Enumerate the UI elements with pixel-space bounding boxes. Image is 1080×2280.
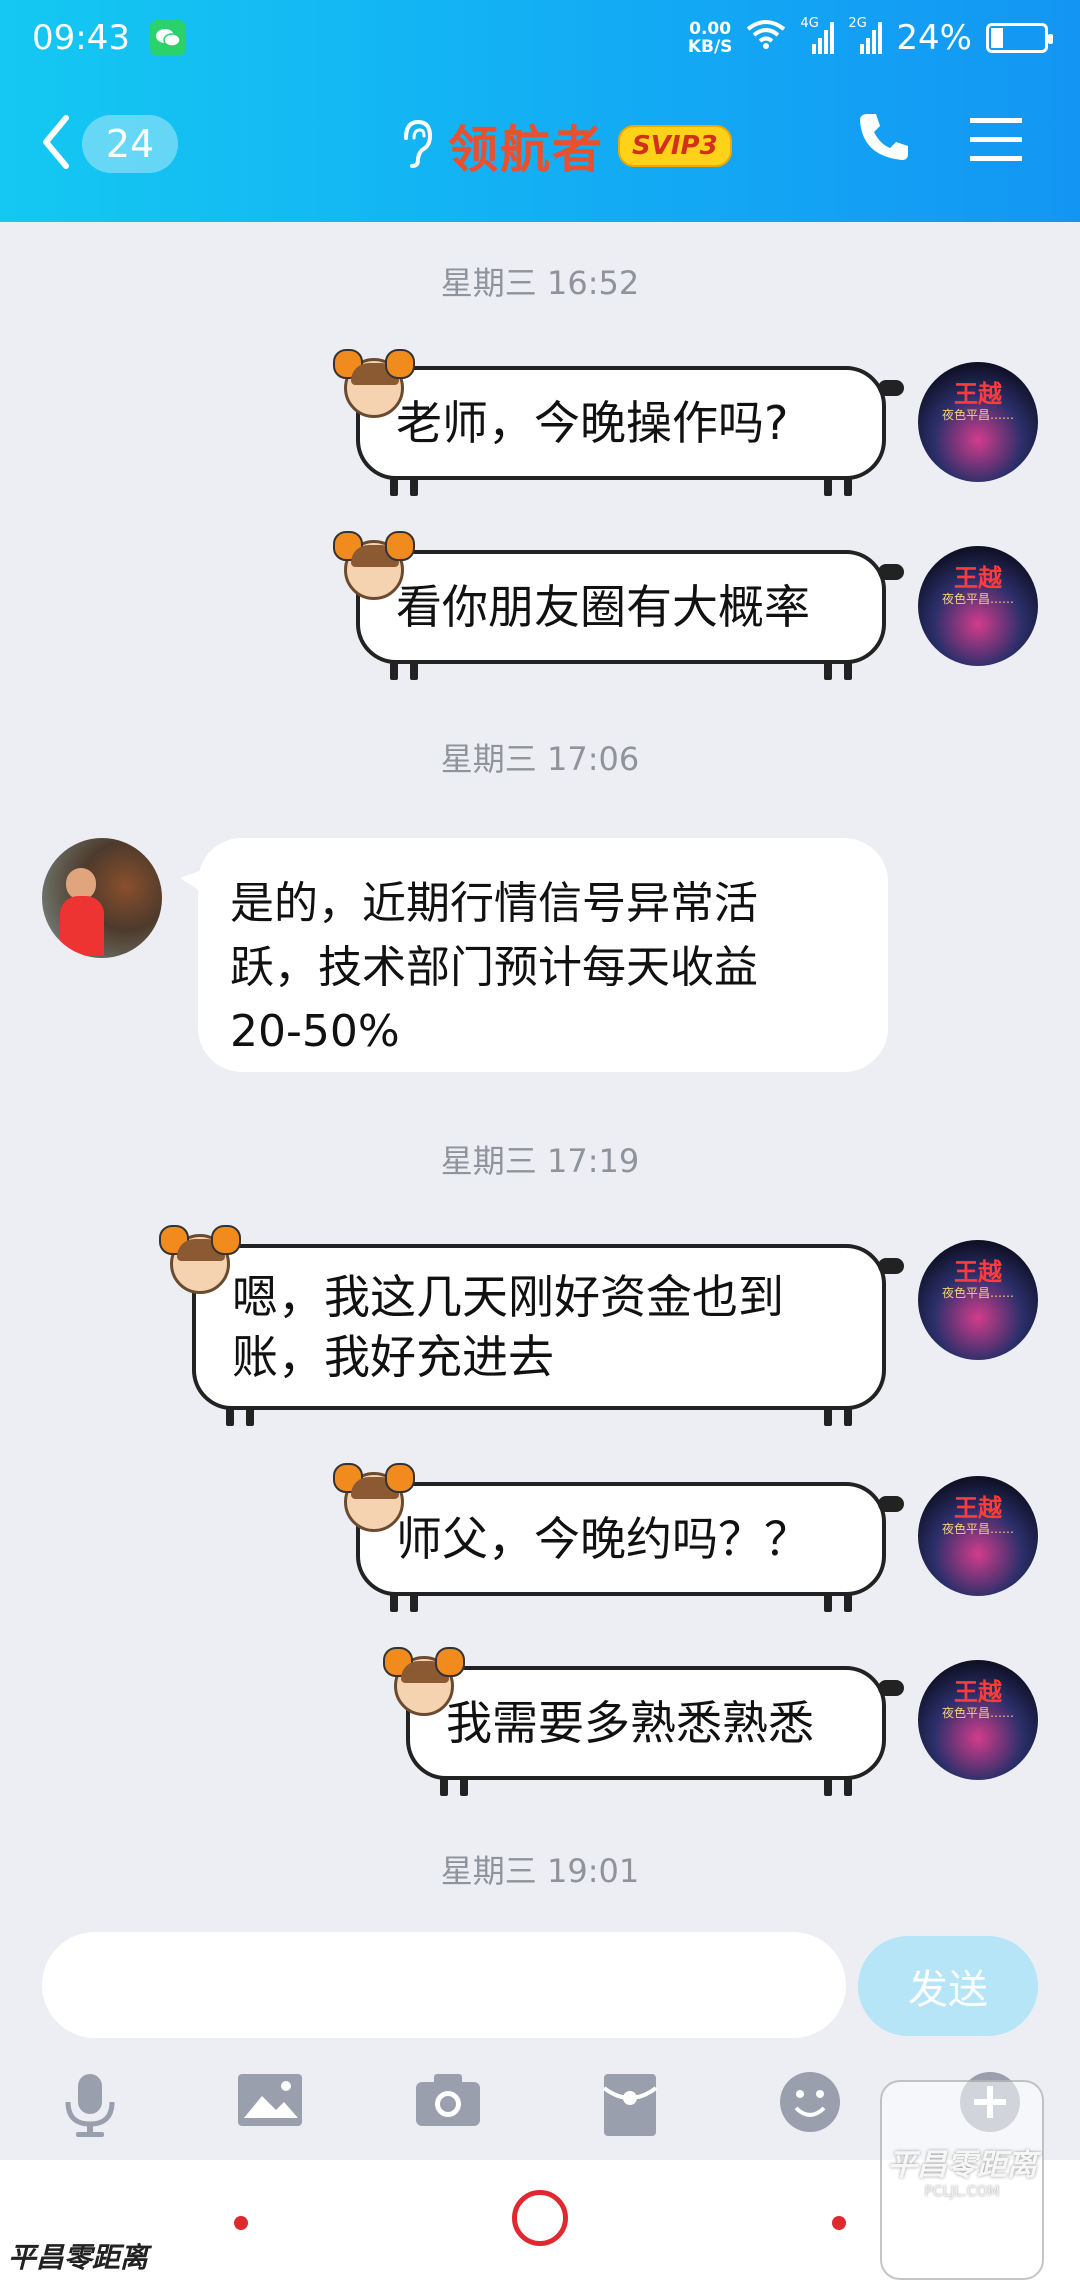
sheep-avatar-sticker [333, 531, 415, 600]
nav-back-button[interactable] [832, 2216, 846, 2230]
nav-home-button[interactable] [512, 2190, 568, 2246]
bubble-legs-decoration [216, 1408, 862, 1426]
phone-icon [856, 114, 910, 168]
self-avatar-subtitle: 夜色平昌…… [941, 408, 1014, 422]
sheep-avatar-sticker [333, 1463, 415, 1532]
chevron-left-icon [40, 114, 72, 174]
watermark-logo-sub: PCLJL.COM [924, 2184, 1000, 2200]
self-avatar-name: 王越 [954, 1258, 1002, 1286]
sent-message-bubble[interactable]: 师父，今晚约吗？？ [356, 1482, 904, 1612]
bubble-legs-decoration [380, 662, 862, 680]
wechat-notification-icon [149, 20, 186, 56]
message-text-line: 跃，技术部门预计每天收益 [230, 942, 758, 993]
sent-message-bubble[interactable]: 嗯，我这几天刚好资金也到 账，我好充进去 [192, 1244, 904, 1426]
bubble-tail-decoration [878, 380, 904, 396]
nav-bar: 24 领航者 SVIP3 [0, 90, 1080, 210]
timestamp: 星期三 17:06 [440, 740, 640, 778]
self-avatar[interactable]: 王越 夜色平昌…… [918, 1660, 1038, 1780]
sticker-hair [351, 363, 399, 385]
net-speed-value: 0.00 [689, 19, 732, 39]
bubble-tail-decoration [878, 1680, 904, 1696]
battery-fill [991, 28, 1003, 48]
message-text-line: 嗯，我这几天刚好资金也到 [232, 1270, 784, 1324]
net-speed-unit: KB/S [687, 37, 733, 57]
status-bar: 09:43 0.00 KB/S 4G 2G 24% [0, 0, 1080, 76]
sticker-hair [401, 1661, 449, 1683]
message-text-line: 账，我好充进去 [232, 1330, 554, 1384]
message-text: 看你朋友圈有大概率 [396, 580, 810, 634]
hamburger-menu-icon [968, 118, 1024, 168]
bubble-legs-decoration [380, 1594, 862, 1612]
red-packet-icon[interactable] [600, 2070, 660, 2144]
chat-header: 09:43 0.00 KB/S 4G 2G 24% 24 领航者 SVIP3 [0, 0, 1080, 222]
signal-1-label: 4G [800, 16, 819, 31]
sticker-hair [351, 1477, 399, 1499]
back-button[interactable]: 24 [40, 114, 178, 174]
microphone-icon[interactable] [58, 2070, 122, 2144]
signal-icon-1: 4G [800, 16, 835, 54]
sent-message-bubble[interactable]: 我需要多熟悉熟悉 [406, 1666, 904, 1796]
self-avatar-name: 王越 [954, 380, 1002, 408]
nav-menu-button[interactable] [234, 2216, 248, 2230]
bubble-tail-decoration [878, 1496, 904, 1512]
watermark-text: 平昌零距离 [8, 2241, 149, 2274]
avatar-body [60, 896, 104, 956]
sheep-avatar-sticker [159, 1225, 241, 1294]
self-avatar[interactable]: 王越 夜色平昌…… [918, 546, 1038, 666]
self-avatar-subtitle: 夜色平昌…… [941, 592, 1014, 606]
sent-message-bubble[interactable]: 老师，今晚操作吗? [356, 366, 904, 496]
status-indicators: 0.00 KB/S 4G 2G 24% [688, 16, 1053, 58]
timestamp: 星期三 17:19 [440, 1142, 640, 1180]
message-text: 师父，今晚约吗？？ [396, 1512, 810, 1566]
received-message-bubble[interactable]: 是的，近期行情信号异常活 跃，技术部门预计每天收益 20-50% [180, 838, 888, 1072]
message-input[interactable] [42, 1932, 846, 2038]
watermark-logo: 平昌零距离 PCLJL.COM [880, 2080, 1044, 2280]
signal-2-label: 2G [848, 16, 867, 31]
send-button[interactable]: 发送 [858, 1936, 1038, 2036]
sticker-hair [177, 1239, 225, 1261]
sheep-avatar-sticker [383, 1647, 465, 1716]
battery-percent: 24% [896, 18, 972, 58]
status-time: 09:43 [32, 18, 130, 58]
signal-icon-2: 2G [848, 16, 883, 54]
contact-title[interactable]: 领航者 SVIP3 [398, 110, 732, 182]
unread-count-badge: 24 [82, 115, 178, 173]
self-avatar[interactable]: 王越 夜色平昌…… [918, 1240, 1038, 1360]
timestamp: 星期三 16:52 [440, 264, 640, 302]
watermark-logo-main: 平昌零距离 [887, 2148, 1037, 2183]
sticker-hair [351, 545, 399, 567]
menu-button[interactable] [968, 116, 1024, 168]
self-avatar[interactable]: 王越 夜色平昌…… [918, 1476, 1038, 1596]
contact-name: 领航者 [448, 121, 604, 179]
wifi-icon [746, 18, 786, 58]
camera-icon[interactable] [414, 2070, 482, 2134]
sheep-avatar-sticker [333, 349, 415, 418]
bubble-legs-decoration [430, 1778, 862, 1796]
self-avatar-subtitle: 夜色平昌…… [941, 1522, 1014, 1536]
self-avatar-subtitle: 夜色平昌…… [941, 1286, 1014, 1300]
bubble-tail-decoration [878, 1258, 904, 1274]
self-avatar-name: 王越 [954, 564, 1002, 592]
self-avatar-subtitle: 夜色平昌…… [941, 1706, 1014, 1720]
bubble-legs-decoration [380, 478, 862, 496]
net-speed: 0.00 KB/S [688, 20, 733, 56]
ear-icon [398, 118, 434, 174]
self-avatar-name: 王越 [954, 1494, 1002, 1522]
self-avatar-name: 王越 [954, 1678, 1002, 1706]
sent-message-bubble[interactable]: 看你朋友圈有大概率 [356, 550, 904, 680]
image-icon[interactable] [236, 2070, 304, 2134]
timestamp: 星期三 19:01 [440, 1852, 640, 1890]
contact-avatar[interactable] [42, 838, 162, 958]
message-text-line: 20-50% [230, 1006, 400, 1057]
emoji-icon[interactable] [778, 2070, 842, 2138]
bubble-tail-decoration [878, 564, 904, 580]
self-avatar[interactable]: 王越 夜色平昌…… [918, 362, 1038, 482]
message-text: 我需要多熟悉熟悉 [446, 1696, 814, 1750]
message-text-line: 是的，近期行情信号异常活 [230, 878, 758, 929]
message-text: 老师，今晚操作吗? [396, 396, 789, 450]
battery-icon [986, 23, 1053, 53]
call-button[interactable] [856, 110, 910, 168]
svip-badge: SVIP3 [618, 125, 732, 167]
